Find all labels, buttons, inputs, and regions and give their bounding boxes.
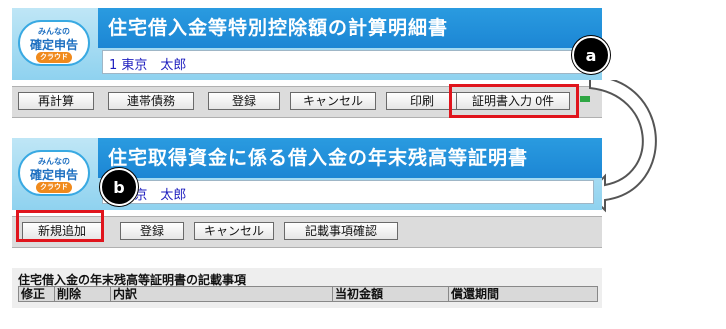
badge-a: a [572, 36, 610, 74]
column-header-initial-amount: 当初金額 [333, 287, 449, 301]
badge-b: b [100, 168, 138, 206]
taxpayer-name-box: 1 東京 太郎 [102, 180, 594, 204]
recalculate-button[interactable]: 再計算 [18, 92, 94, 110]
title-band: 住宅取得資金に係る借入金の年末残高等証明書 [98, 138, 602, 178]
taxpayer-name: 1 東京 太郎 [109, 58, 187, 73]
app-logo: みんなの 確定申告 クラウド [18, 16, 90, 72]
certificate-entries-section: 住宅借入金の年末残高等証明書の記載事項 修正 削除 内訳 当初金額 償還期間 [12, 268, 602, 308]
app-header: みんなの 確定申告 クラウド 住宅取得資金に係る借入金の年末残高等証明書 1 東… [12, 138, 602, 210]
cancel-button[interactable]: キャンセル [290, 92, 376, 110]
print-button[interactable]: 印刷 [386, 92, 458, 110]
app-header: みんなの 確定申告 クラウド 住宅借入金等特別控除額の計算明細書 1 東京 太郎 [12, 8, 602, 80]
highlight-box-b [16, 210, 104, 242]
register-button[interactable]: 登録 [120, 222, 184, 240]
logo-line2: 確定申告 [29, 38, 78, 52]
joint-debt-button[interactable]: 連帯債務 [108, 92, 194, 110]
cancel-button[interactable]: キャンセル [194, 222, 274, 240]
title-band: 住宅借入金等特別控除額の計算明細書 [98, 8, 602, 48]
page-title: 住宅借入金等特別控除額の計算明細書 [108, 17, 449, 39]
app-logo: みんなの 確定申告 クラウド [18, 146, 90, 202]
page-title: 住宅取得資金に係る借入金の年末残高等証明書 [108, 147, 529, 169]
column-header-edit: 修正 [19, 287, 55, 301]
logo-line2: 確定申告 [29, 168, 78, 182]
taxpayer-name-box: 1 東京 太郎 [102, 50, 594, 74]
column-header-repayment-period: 償還期間 [451, 287, 500, 301]
logo-line3: クラウド [36, 182, 72, 193]
column-header-breakdown: 内訳 [111, 287, 333, 301]
column-header-delete: 削除 [55, 287, 111, 301]
confirm-entries-button[interactable]: 記載事項確認 [284, 222, 398, 240]
logo-line3: クラウド [36, 52, 72, 63]
register-button[interactable]: 登録 [208, 92, 280, 110]
table-header: 修正 削除 内訳 当初金額 償還期間 [18, 286, 598, 302]
